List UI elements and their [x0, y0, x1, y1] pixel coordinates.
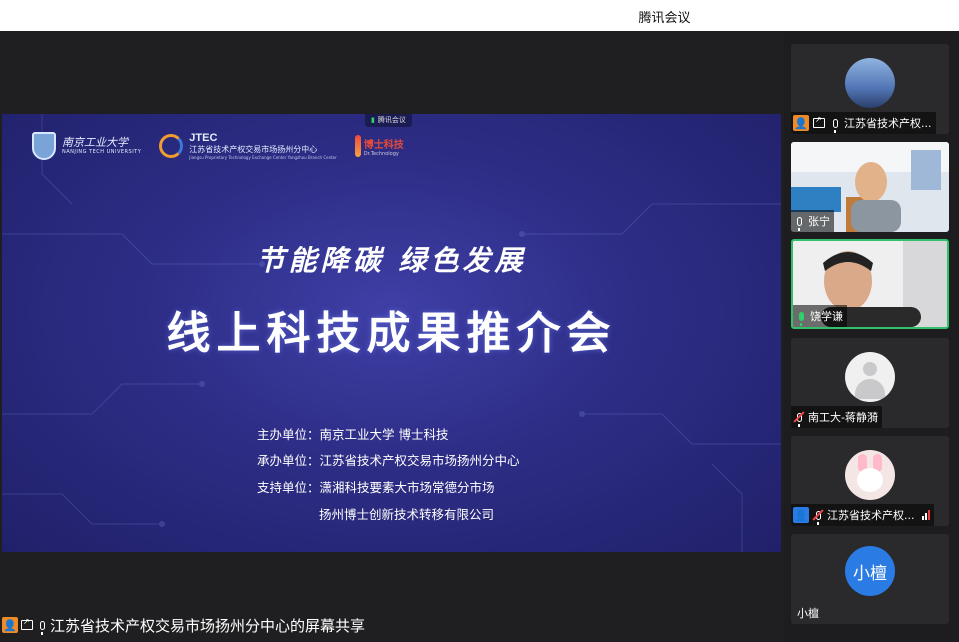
participant-tile[interactable]: 👤 江苏省技术产权... — [791, 436, 949, 526]
screen-share-caption: 👤 江苏省技术产权交易市场扬州分中心的屏幕共享 — [2, 613, 365, 637]
organizer-line: 承办单位：江苏省技术产权交易市场扬州分中心 — [257, 453, 520, 468]
participant-tile[interactable]: 👤 江苏省技术产权... — [791, 44, 949, 134]
dr-technology-logo: 博士科技 Dr.Technology — [354, 135, 404, 157]
participant-avatar — [845, 450, 895, 500]
meeting-stage: ▮ 腾讯会议 南京工业大学 NANJING TECH UNIVERSITY JTE… — [0, 31, 959, 642]
microphone-icon — [36, 617, 48, 635]
jtec-logo: JTEC 江苏省技术产权交易市场扬州分中心 Jiangsu Proprietar… — [159, 132, 337, 160]
participant-tile[interactable]: 南工大-蒋静漪 — [791, 338, 949, 428]
presentation-slide: ▮ 腾讯会议 南京工业大学 NANJING TECH UNIVERSITY JTE… — [2, 114, 781, 552]
participant-namebar: 张宁 — [791, 210, 834, 232]
slide-slogan: 节能降碳 绿色发展 — [256, 244, 527, 277]
signal-icon: ▮ — [371, 116, 375, 124]
microphone-icon — [829, 115, 841, 133]
participant-video-list: 👤 江苏省技术产权... 张宁 — [789, 31, 959, 642]
tencent-meeting-badge: ▮ 腾讯会议 — [365, 114, 412, 127]
participant-namebar: 👤 江苏省技术产权... — [791, 112, 936, 134]
jtec-mark-icon — [159, 134, 184, 158]
host-user-icon: 👤 — [2, 617, 18, 633]
window-title: 腾讯会议 — [638, 11, 691, 26]
participant-avatar — [845, 58, 895, 108]
participant-tile-speaking[interactable]: 饶学谦 — [791, 239, 949, 329]
njtech-shield-icon — [32, 132, 56, 160]
participant-namebar: 南工大-蒋静漪 — [791, 406, 882, 428]
window-titlebar: 腾讯会议 — [0, 0, 959, 31]
participant-name: 江苏省技术产权... — [844, 117, 932, 130]
participant-namebar: 饶学谦 — [793, 305, 847, 327]
participant-name: 小檀 — [797, 607, 819, 620]
cohost-user-icon: 👤 — [793, 507, 809, 523]
microphone-icon — [793, 213, 805, 231]
participant-tile[interactable]: 张宁 — [791, 142, 949, 232]
slide-title: 线上科技成果推介会 — [166, 308, 617, 359]
participant-namebar: 小檀 — [791, 602, 823, 624]
microphone-active-icon — [795, 308, 807, 326]
participant-tile[interactable]: 小檀 小檀 — [791, 534, 949, 624]
dr-flame-icon — [354, 135, 361, 157]
default-user-avatar — [845, 352, 895, 402]
slide-logo-row: 南京工业大学 NANJING TECH UNIVERSITY JTEC 江苏省技… — [32, 128, 404, 164]
organizer-line: 主办单位：南京工业大学 博士科技 — [257, 427, 449, 442]
participant-letter-avatar: 小檀 — [845, 546, 895, 596]
screen-share-icon — [812, 115, 826, 131]
njtech-logo: 南京工业大学 NANJING TECH UNIVERSITY — [32, 132, 141, 160]
organizer-line: 扬州博士创新技术转移有限公司 — [319, 507, 495, 522]
participant-name: 南工大-蒋静漪 — [808, 411, 878, 424]
participant-namebar: 👤 江苏省技术产权... — [791, 504, 934, 526]
participant-name: 饶学谦 — [810, 310, 843, 323]
microphone-muted-icon — [793, 409, 805, 427]
screen-share-icon — [20, 617, 34, 633]
network-signal-icon — [921, 510, 930, 520]
organizer-line: 支持单位：潇湘科技要素大市场常德分市场 — [257, 480, 495, 495]
shared-screen-area[interactable]: ▮ 腾讯会议 南京工业大学 NANJING TECH UNIVERSITY JTE… — [0, 31, 784, 642]
host-user-icon: 👤 — [793, 115, 809, 131]
participant-name: 江苏省技术产权... — [827, 509, 915, 522]
microphone-muted-icon — [812, 507, 824, 525]
participant-name: 张宁 — [808, 215, 830, 228]
